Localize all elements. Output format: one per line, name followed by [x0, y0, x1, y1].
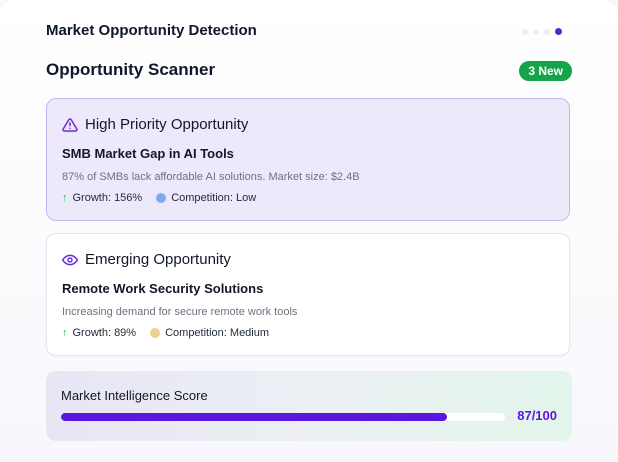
card-description: 87% of SMBs lack affordable AI solutions… [62, 171, 360, 183]
competition-value: Competition: Low [171, 192, 257, 204]
card-description: Increasing demand for secure remote work… [62, 306, 298, 318]
market-intelligence-score-card: Market Intelligence Score 87/100 [46, 371, 572, 441]
growth-value: Growth: 89% [72, 327, 137, 339]
card-metrics: ↑ Growth: 156% Competition: Low [62, 192, 256, 204]
carousel-dot[interactable] [522, 28, 528, 35]
carousel-dots [522, 28, 562, 35]
eye-icon [62, 252, 78, 268]
card-header: Emerging Opportunity [62, 251, 231, 268]
score-value: 87/100 [517, 408, 557, 423]
panel-title: Market Opportunity Detection [46, 22, 257, 39]
arrow-up-icon: ↑ [62, 327, 68, 339]
new-count-badge: 3 New [519, 61, 572, 81]
card-header: High Priority Opportunity [62, 116, 248, 133]
carousel-dot[interactable] [544, 28, 550, 35]
section-title: Opportunity Scanner [46, 60, 216, 79]
opportunity-card-emerging[interactable]: Emerging Opportunity Remote Work Securit… [46, 233, 570, 356]
competition-value: Competition: Medium [165, 327, 270, 339]
card-metrics: ↑ Growth: 89% Competition: Medium [62, 327, 269, 339]
card-heading: Emerging Opportunity [85, 251, 231, 268]
opportunity-card-high-priority[interactable]: High Priority Opportunity SMB Market Gap… [46, 98, 570, 221]
carousel-dot-active[interactable] [555, 28, 562, 35]
opportunity-panel: Market Opportunity Detection Opportunity… [0, 0, 618, 462]
competition-indicator-dot [150, 328, 161, 338]
carousel-dot[interactable] [533, 28, 539, 35]
competition-indicator-dot [156, 193, 167, 203]
card-subtitle: SMB Market Gap in AI Tools [62, 146, 234, 161]
score-progress-track [61, 413, 505, 421]
warning-triangle-icon [62, 117, 78, 133]
arrow-up-icon: ↑ [62, 192, 68, 204]
growth-value: Growth: 156% [72, 192, 143, 204]
score-title: Market Intelligence Score [61, 388, 208, 403]
card-heading: High Priority Opportunity [85, 116, 249, 133]
card-subtitle: Remote Work Security Solutions [62, 281, 264, 296]
score-progress-fill [61, 413, 448, 421]
